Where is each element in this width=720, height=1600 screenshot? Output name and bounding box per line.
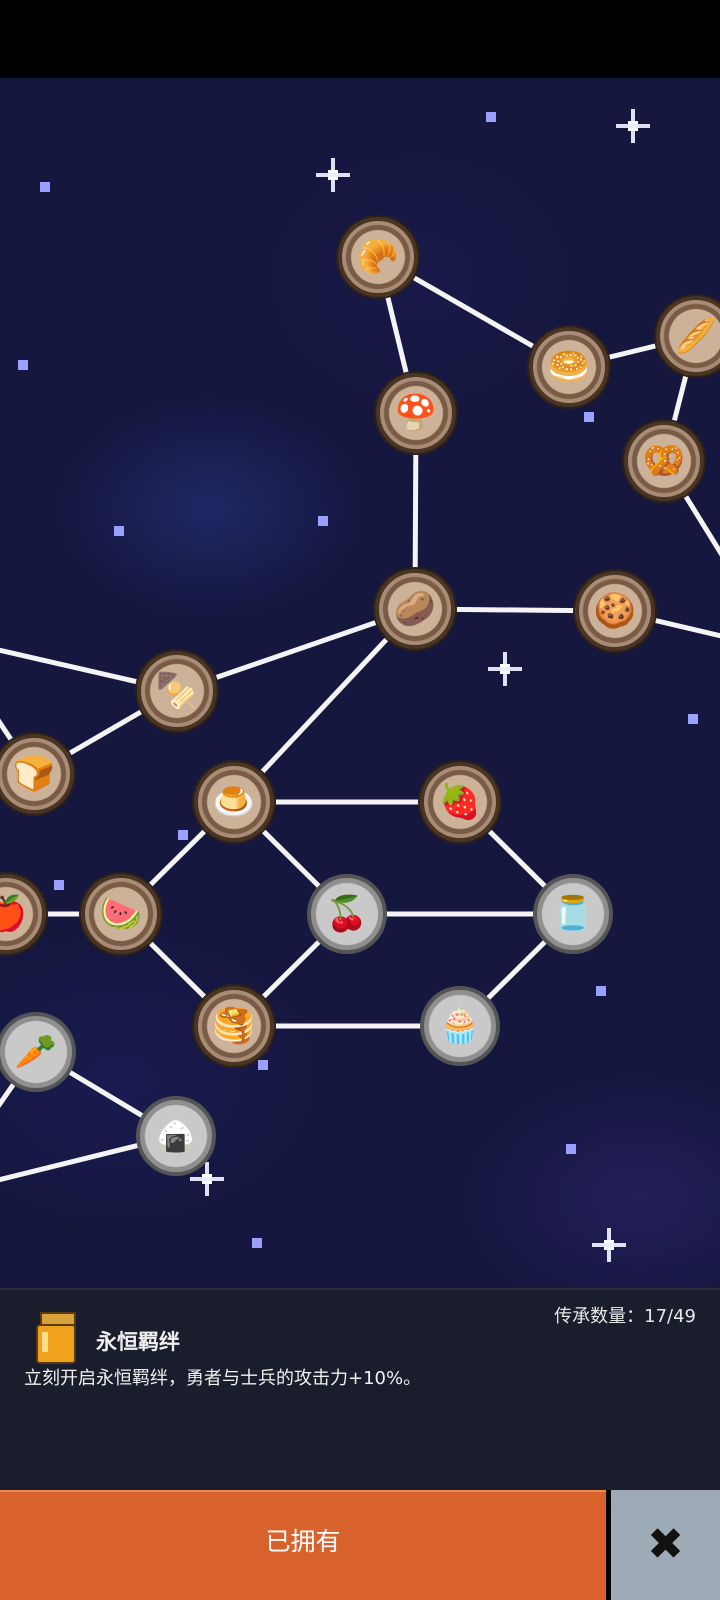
- potato-icon: 🥔: [393, 589, 437, 629]
- strawberry-icon: 🍓: [438, 782, 482, 822]
- skill-node[interactable]: 🍮: [194, 762, 274, 842]
- star: [18, 360, 28, 370]
- watermelon-icon: 🍉: [99, 894, 143, 934]
- star: [40, 182, 50, 192]
- sparkle-star: [488, 652, 522, 686]
- skill-node[interactable]: 🥨: [624, 421, 704, 501]
- skill-node[interactable]: 🍢: [137, 651, 217, 731]
- owned-button[interactable]: 已拥有: [0, 1490, 606, 1600]
- sparkle-star: [592, 1228, 626, 1262]
- star: [584, 412, 594, 422]
- owned-button-label: 已拥有: [265, 1527, 341, 1556]
- skill-node[interactable]: 🧁: [420, 986, 500, 1066]
- star: [258, 1060, 268, 1070]
- skill-node[interactable]: 🍄: [376, 373, 456, 453]
- skill-node[interactable]: 🥐: [338, 217, 418, 297]
- skill-node[interactable]: 🍪: [575, 571, 655, 651]
- close-icon: ✖: [647, 1519, 684, 1570]
- skill-node[interactable]: 🫙: [533, 874, 613, 954]
- skill-node[interactable]: 🥯: [529, 327, 609, 407]
- skill-node[interactable]: 🥔: [375, 569, 455, 649]
- skill-node[interactable]: 🍉: [81, 874, 161, 954]
- cookie-icon: 🍪: [593, 591, 637, 631]
- star: [178, 830, 188, 840]
- radish-icon: 🥕: [14, 1032, 58, 1072]
- skill-node[interactable]: 🍙: [136, 1096, 216, 1176]
- onigiri-icon: 🍙: [154, 1116, 198, 1156]
- pancakes-icon: 🥞: [212, 1006, 256, 1046]
- inherit-count: 传承数量：17/49: [554, 1306, 696, 1327]
- pudding-icon: 🍮: [212, 782, 256, 822]
- churro-icon: 🥨: [642, 441, 686, 481]
- skewer-icon: 🍢: [155, 671, 199, 711]
- star: [566, 1144, 576, 1154]
- sparkle-star: [616, 109, 650, 143]
- jam-jar-icon: 🫙: [551, 894, 595, 934]
- bread-roll-icon: 🥯: [547, 347, 591, 387]
- bread-loaf-icon: 🍞: [12, 754, 56, 794]
- star: [318, 516, 328, 526]
- close-button[interactable]: ✖: [611, 1490, 720, 1600]
- star: [252, 1238, 262, 1248]
- star: [596, 986, 606, 996]
- star: [486, 112, 496, 122]
- skill-node[interactable]: 🥞: [194, 986, 274, 1066]
- cherries-icon: 🍒: [325, 894, 369, 934]
- star-map: 🥐 🥖 🥯 🍄 🥨 🥔 🍪 🍢 🍞 🍮 🍓 🍎 🍉 🍒 🫙 🥞 🧁 🥕 🍙: [0, 78, 720, 1288]
- item-title: 永恒羁绊: [96, 1330, 180, 1354]
- mushroom-icon: 🍄: [394, 393, 438, 433]
- info-panel: 永恒羁绊 传承数量：17/49 立刻开启永恒羁绊，勇者与士兵的攻击力+10%。: [0, 1288, 720, 1490]
- item-description: 立刻开启永恒羁绊，勇者与士兵的攻击力+10%。: [24, 1368, 422, 1389]
- croissant-icon: 🥐: [356, 237, 400, 277]
- star: [688, 714, 698, 724]
- star: [114, 526, 124, 536]
- honey-jar-icon: [36, 1312, 76, 1364]
- skill-node[interactable]: 🍒: [307, 874, 387, 954]
- skill-node[interactable]: 🍓: [420, 762, 500, 842]
- sparkle-star: [316, 158, 350, 192]
- star: [54, 880, 64, 890]
- baguette-icon: 🥖: [674, 316, 718, 356]
- apple-icon: 🍎: [0, 894, 28, 934]
- cupcake-icon: 🧁: [438, 1006, 482, 1046]
